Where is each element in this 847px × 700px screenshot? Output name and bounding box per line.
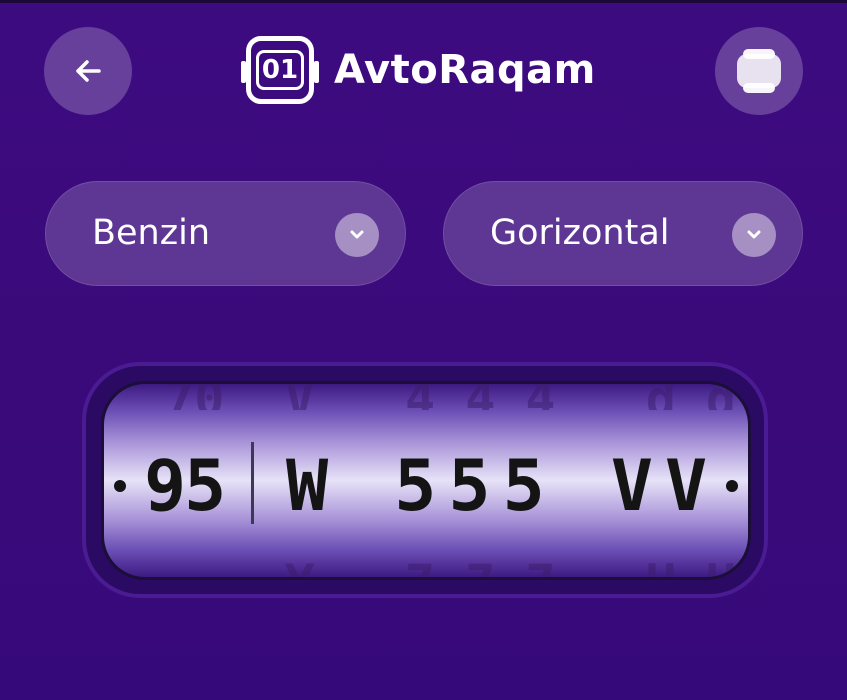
plate-region-code[interactable]: 95 [144, 446, 226, 526]
chevron-down-icon [732, 213, 776, 257]
orientation-select[interactable]: Gorizontal [443, 181, 803, 286]
app-logo: 01 AvtoRaqam [241, 36, 596, 104]
plate-scroll-prev-row[interactable]: 70 V 4 4 4 d d [104, 384, 748, 410]
plate-rivet-left [114, 480, 126, 492]
chevron-down-icon [335, 213, 379, 257]
orientation-value: Gorizontal [490, 213, 670, 253]
plate-scroll-next-row[interactable]: Y 7 7 7 U U [104, 554, 748, 577]
app-screen: 01 AvtoRaqam Benzin Gorizontal 70 V 4 4 [0, 0, 847, 700]
app-title: AvtoRaqam [334, 47, 596, 93]
wallet-button[interactable] [715, 27, 803, 115]
plate-badge-icon: 01 [241, 36, 319, 104]
status-bar-edge [0, 0, 847, 3]
plate-divider [251, 442, 254, 524]
arrow-left-icon [76, 60, 101, 82]
fuel-type-select[interactable]: Benzin [45, 181, 406, 286]
plate-number[interactable]: W 555 VV [286, 446, 719, 526]
logo-badge-text: 01 [255, 50, 305, 90]
license-plate-picker[interactable]: 70 V 4 4 4 d d Y 7 7 7 U U 95 W 555 VV [101, 381, 751, 580]
back-button[interactable] [44, 27, 132, 115]
fuel-type-value: Benzin [92, 213, 211, 253]
plate-rivet-right [726, 480, 738, 492]
wallet-icon [737, 49, 781, 93]
